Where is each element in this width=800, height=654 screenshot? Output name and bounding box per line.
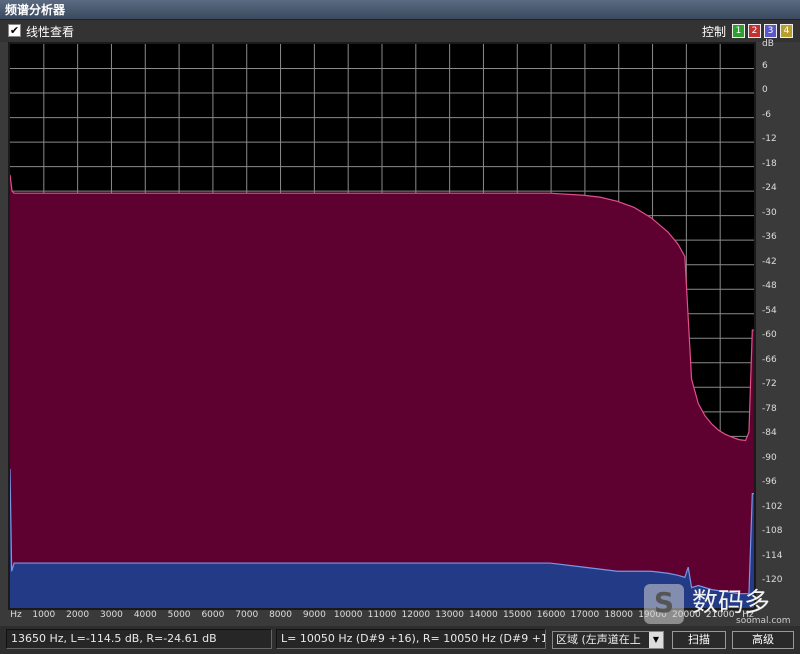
x-tick-label: Hz	[10, 610, 22, 620]
x-tick-label: 10000	[333, 610, 363, 620]
y-tick-label: -48	[762, 281, 777, 292]
y-tick-label: -66	[762, 354, 777, 365]
y-tick-label: -24	[762, 183, 777, 194]
x-tick-label: 17000	[570, 610, 600, 620]
x-tick-label: 16000	[536, 610, 566, 620]
y-tick-label: -6	[762, 109, 771, 120]
y-tick-label: -102	[762, 501, 783, 512]
spectrum-plot[interactable]	[8, 42, 756, 610]
y-tick-label: 0	[762, 85, 768, 96]
scan-button[interactable]: 扫描	[672, 631, 726, 649]
mode-select[interactable]: 区域 (左声道在上 ▼	[552, 631, 664, 649]
advanced-button[interactable]: 高级	[732, 631, 794, 649]
y-tick-label: -12	[762, 134, 777, 145]
channel-2-button[interactable]: 2	[748, 24, 761, 38]
x-tick-label: 12000	[401, 610, 431, 620]
y-tick-label: -18	[762, 158, 777, 169]
y-tick-label: -114	[762, 550, 783, 561]
mode-select-value: 区域 (左声道在上	[556, 633, 641, 646]
watermark-url: soomal.com	[736, 616, 791, 626]
y-tick-label: -54	[762, 305, 777, 316]
watermark-text: 数码多	[692, 588, 771, 618]
y-axis-labels: dB 6 0 -6 -12 -18 -24 -30 -36 -42 -48 -54 -60 -66 -72 -…	[758, 39, 800, 610]
channel-4-button[interactable]: 4	[780, 24, 793, 38]
toolbar: ✔ 线性查看 控制 1 2 3 4	[0, 20, 800, 42]
y-tick-label: dB	[762, 39, 774, 49]
window-title: 频谱分析器	[0, 0, 800, 20]
y-tick-label: -30	[762, 207, 777, 218]
x-tick-label: 5000	[167, 610, 191, 620]
watermark-logo-icon: S	[644, 584, 684, 624]
x-tick-label: 8000	[269, 610, 292, 620]
x-tick-label: 1000	[32, 610, 56, 620]
x-tick-label: 2000	[66, 610, 90, 620]
x-tick-label: 15000	[502, 610, 532, 620]
y-tick-label: -78	[762, 403, 777, 414]
channel-1-button[interactable]: 1	[732, 24, 745, 38]
x-tick-label: 18000	[604, 610, 634, 620]
x-tick-label: 4000	[133, 610, 157, 620]
y-tick-label: -60	[762, 330, 777, 341]
y-tick-label: -36	[762, 232, 777, 243]
linear-view-checkbox[interactable]: ✔	[8, 24, 21, 37]
x-tick-label: 6000	[201, 610, 225, 620]
y-tick-label: -96	[762, 477, 777, 488]
status-bar: 13650 Hz, L=-114.5 dB, R=-24.61 dB L= 10…	[0, 626, 800, 654]
y-tick-label: -90	[762, 452, 777, 463]
y-tick-label: -108	[762, 526, 783, 537]
control-label: 控制	[702, 25, 727, 39]
x-tick-label: 13000	[435, 610, 464, 620]
x-tick-label: 3000	[100, 610, 123, 620]
channel-3-button[interactable]: 3	[764, 24, 777, 38]
y-tick-label: -42	[762, 256, 777, 267]
cursor-readout: 13650 Hz, L=-114.5 dB, R=-24.61 dB	[6, 629, 272, 649]
y-tick-label: -84	[762, 428, 777, 439]
x-tick-label: 11000	[367, 610, 397, 620]
x-tick-label: 14000	[469, 610, 498, 620]
spectrum-svg	[10, 44, 754, 608]
y-tick-label: 6	[762, 60, 768, 71]
x-tick-label: 7000	[235, 610, 259, 620]
left-channel-area	[10, 174, 754, 608]
x-tick-label: 9000	[302, 610, 326, 620]
watermark: S 数码多 soomal.com	[644, 582, 794, 626]
peak-readout: L= 10050 Hz (D#9 +16), R= 10050 Hz (D#9 …	[276, 629, 546, 649]
y-tick-label: -72	[762, 379, 777, 390]
linear-view-label[interactable]: 线性查看	[26, 23, 74, 40]
chevron-down-icon[interactable]: ▼	[649, 632, 663, 648]
